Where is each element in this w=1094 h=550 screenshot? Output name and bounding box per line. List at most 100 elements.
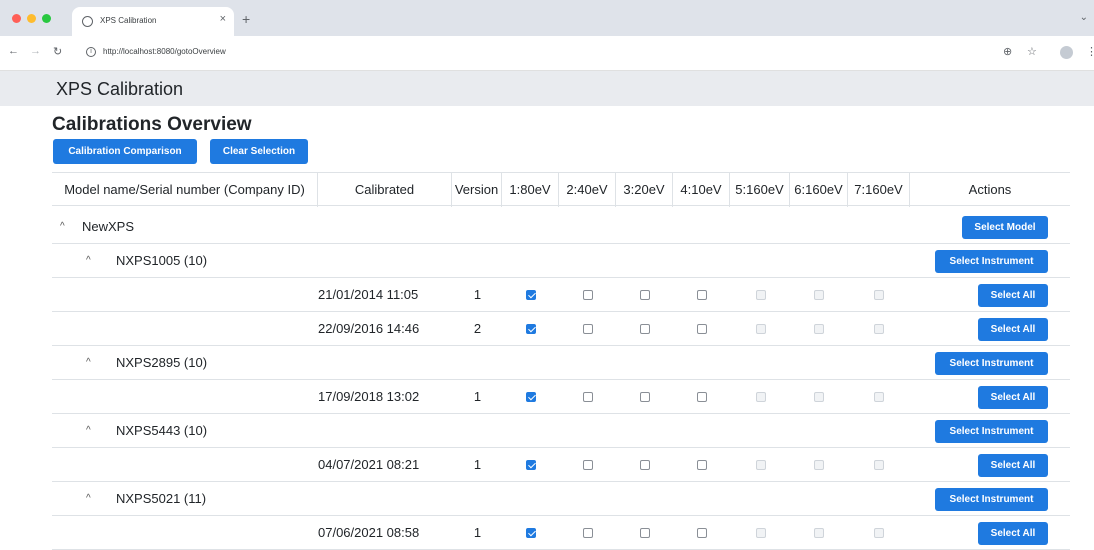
energy-checkbox-7 xyxy=(874,290,884,300)
energy-checkbox-5 xyxy=(756,460,766,470)
energy-checkbox-5 xyxy=(756,392,766,402)
address-bar[interactable]: http://localhost:8080/gotoOverview xyxy=(103,47,226,56)
energy-checkbox-4[interactable] xyxy=(697,392,707,402)
select-instrument-button[interactable]: Select Instrument xyxy=(935,420,1048,443)
site-info-icon[interactable]: i xyxy=(86,47,96,57)
instrument-name: NXPS1005 (10) xyxy=(116,253,208,268)
minimize-window-icon[interactable] xyxy=(27,14,36,23)
calibration-version: 1 xyxy=(473,389,482,404)
energy-checkbox-3[interactable] xyxy=(640,460,650,470)
close-window-icon[interactable] xyxy=(12,14,21,23)
select-all-button[interactable]: Select All xyxy=(978,522,1048,545)
energy-checkbox-1[interactable] xyxy=(526,324,536,334)
column-header-2-40ev: 2:40eV xyxy=(559,173,616,207)
column-header-version: Version xyxy=(452,173,502,207)
select-all-button[interactable]: Select All xyxy=(978,318,1048,341)
energy-checkbox-2[interactable] xyxy=(583,460,593,470)
forward-arrow-icon[interactable]: → xyxy=(30,45,41,57)
energy-checkbox-4[interactable] xyxy=(697,460,707,470)
calibration-row: 17/09/2018 13:02 1 Select All xyxy=(52,380,1070,414)
select-all-button[interactable]: Select All xyxy=(978,454,1048,477)
calibrated-date: 22/09/2016 14:46 xyxy=(318,321,420,336)
back-arrow-icon[interactable]: ← xyxy=(8,45,19,57)
energy-checkbox-2[interactable] xyxy=(583,392,593,402)
column-header-actions: Actions xyxy=(968,182,1012,197)
calibration-row: 22/09/2016 14:46 2 Select All xyxy=(52,312,1070,346)
table-header-row: Model name/Serial number (Company ID) Ca… xyxy=(52,172,1070,207)
select-instrument-button[interactable]: Select Instrument xyxy=(935,352,1048,375)
tab-close-icon[interactable]: × xyxy=(220,13,226,25)
energy-checkbox-1[interactable] xyxy=(526,528,536,538)
app-title: XPS Calibration xyxy=(56,79,184,99)
calibrated-date: 07/06/2021 08:58 xyxy=(318,525,420,540)
energy-checkbox-1[interactable] xyxy=(526,460,536,470)
instrument-name: NXPS2895 (10) xyxy=(116,355,208,370)
collapse-caret-icon[interactable]: ^ xyxy=(86,346,91,380)
page-title: Calibrations Overview xyxy=(52,114,252,135)
energy-checkbox-1[interactable] xyxy=(526,290,536,300)
select-instrument-button[interactable]: Select Instrument xyxy=(935,488,1048,511)
energy-checkbox-6 xyxy=(814,460,824,470)
calibration-row: 04/07/2021 08:21 1 Select All xyxy=(52,448,1070,482)
energy-checkbox-5 xyxy=(756,528,766,538)
energy-checkbox-6 xyxy=(814,290,824,300)
energy-checkbox-3[interactable] xyxy=(640,528,650,538)
energy-checkbox-2[interactable] xyxy=(583,528,593,538)
calibration-version: 1 xyxy=(473,287,482,302)
collapse-caret-icon[interactable]: ^ xyxy=(86,414,91,448)
energy-checkbox-5 xyxy=(756,324,766,334)
browser-tab[interactable]: XPS Calibration × xyxy=(72,7,234,36)
globe-icon xyxy=(82,16,93,27)
select-instrument-button[interactable]: Select Instrument xyxy=(935,250,1048,273)
column-header-1-80ev: 1:80eV xyxy=(502,173,559,207)
model-name: NewXPS xyxy=(82,219,135,234)
browser-menu-icon[interactable]: ⋮ xyxy=(1086,45,1094,58)
model-row: ^ NewXPS Select Model xyxy=(52,210,1070,244)
energy-checkbox-2[interactable] xyxy=(583,324,593,334)
maximize-window-icon[interactable] xyxy=(42,14,51,23)
select-model-button[interactable]: Select Model xyxy=(962,216,1048,239)
chevron-down-icon[interactable]: ⌄ xyxy=(1080,12,1088,23)
column-header-4-10ev: 4:10eV xyxy=(673,173,730,207)
zoom-icon[interactable]: ⊕ xyxy=(1003,45,1012,58)
energy-checkbox-4[interactable] xyxy=(697,528,707,538)
instrument-row: ^ NXPS5021 (11) Select Instrument xyxy=(52,482,1070,516)
energy-checkbox-7 xyxy=(874,528,884,538)
collapse-caret-icon[interactable]: ^ xyxy=(86,244,91,278)
select-all-button[interactable]: Select All xyxy=(978,284,1048,307)
collapse-caret-icon[interactable]: ^ xyxy=(60,210,65,244)
column-header-model: Model name/Serial number (Company ID) xyxy=(52,173,318,207)
energy-checkbox-7 xyxy=(874,460,884,470)
energy-checkbox-1[interactable] xyxy=(526,392,536,402)
energy-checkbox-7 xyxy=(874,392,884,402)
energy-checkbox-3[interactable] xyxy=(640,392,650,402)
energy-checkbox-4[interactable] xyxy=(697,324,707,334)
column-header-3-20ev: 3:20eV xyxy=(616,173,673,207)
new-tab-icon[interactable]: + xyxy=(242,11,250,27)
energy-checkbox-2[interactable] xyxy=(583,290,593,300)
energy-checkbox-3[interactable] xyxy=(640,324,650,334)
calibrated-date: 21/01/2014 11:05 xyxy=(318,287,419,302)
instrument-row: ^ NXPS2895 (10) Select Instrument xyxy=(52,346,1070,380)
collapse-caret-icon[interactable]: ^ xyxy=(86,482,91,516)
column-header-5-160ev: 5:160eV xyxy=(730,173,790,207)
calibrated-date: 17/09/2018 13:02 xyxy=(318,389,420,404)
calibration-row: 21/01/2014 11:05 1 Select All xyxy=(52,278,1070,312)
energy-checkbox-5 xyxy=(756,290,766,300)
energy-checkbox-4[interactable] xyxy=(697,290,707,300)
profile-avatar[interactable] xyxy=(1060,46,1073,59)
energy-checkbox-3[interactable] xyxy=(640,290,650,300)
calibration-comparison-button[interactable]: Calibration Comparison xyxy=(53,139,197,164)
app-header: XPS Calibration xyxy=(0,71,1094,106)
clear-selection-button[interactable]: Clear Selection xyxy=(210,139,308,164)
browser-toolbar: ← → ↻ i http://localhost:8080/gotoOvervi… xyxy=(0,36,1094,71)
reload-icon[interactable]: ↻ xyxy=(53,45,62,58)
calibration-version: 2 xyxy=(473,321,482,336)
calibration-version: 1 xyxy=(473,457,482,472)
calibration-row: 07/06/2021 08:58 1 Select All xyxy=(52,516,1070,550)
column-header-calibrated: Calibrated xyxy=(318,173,452,207)
select-all-button[interactable]: Select All xyxy=(978,386,1048,409)
bookmark-star-icon[interactable]: ☆ xyxy=(1027,45,1037,58)
energy-checkbox-6 xyxy=(814,392,824,402)
instrument-name: NXPS5443 (10) xyxy=(116,423,208,438)
